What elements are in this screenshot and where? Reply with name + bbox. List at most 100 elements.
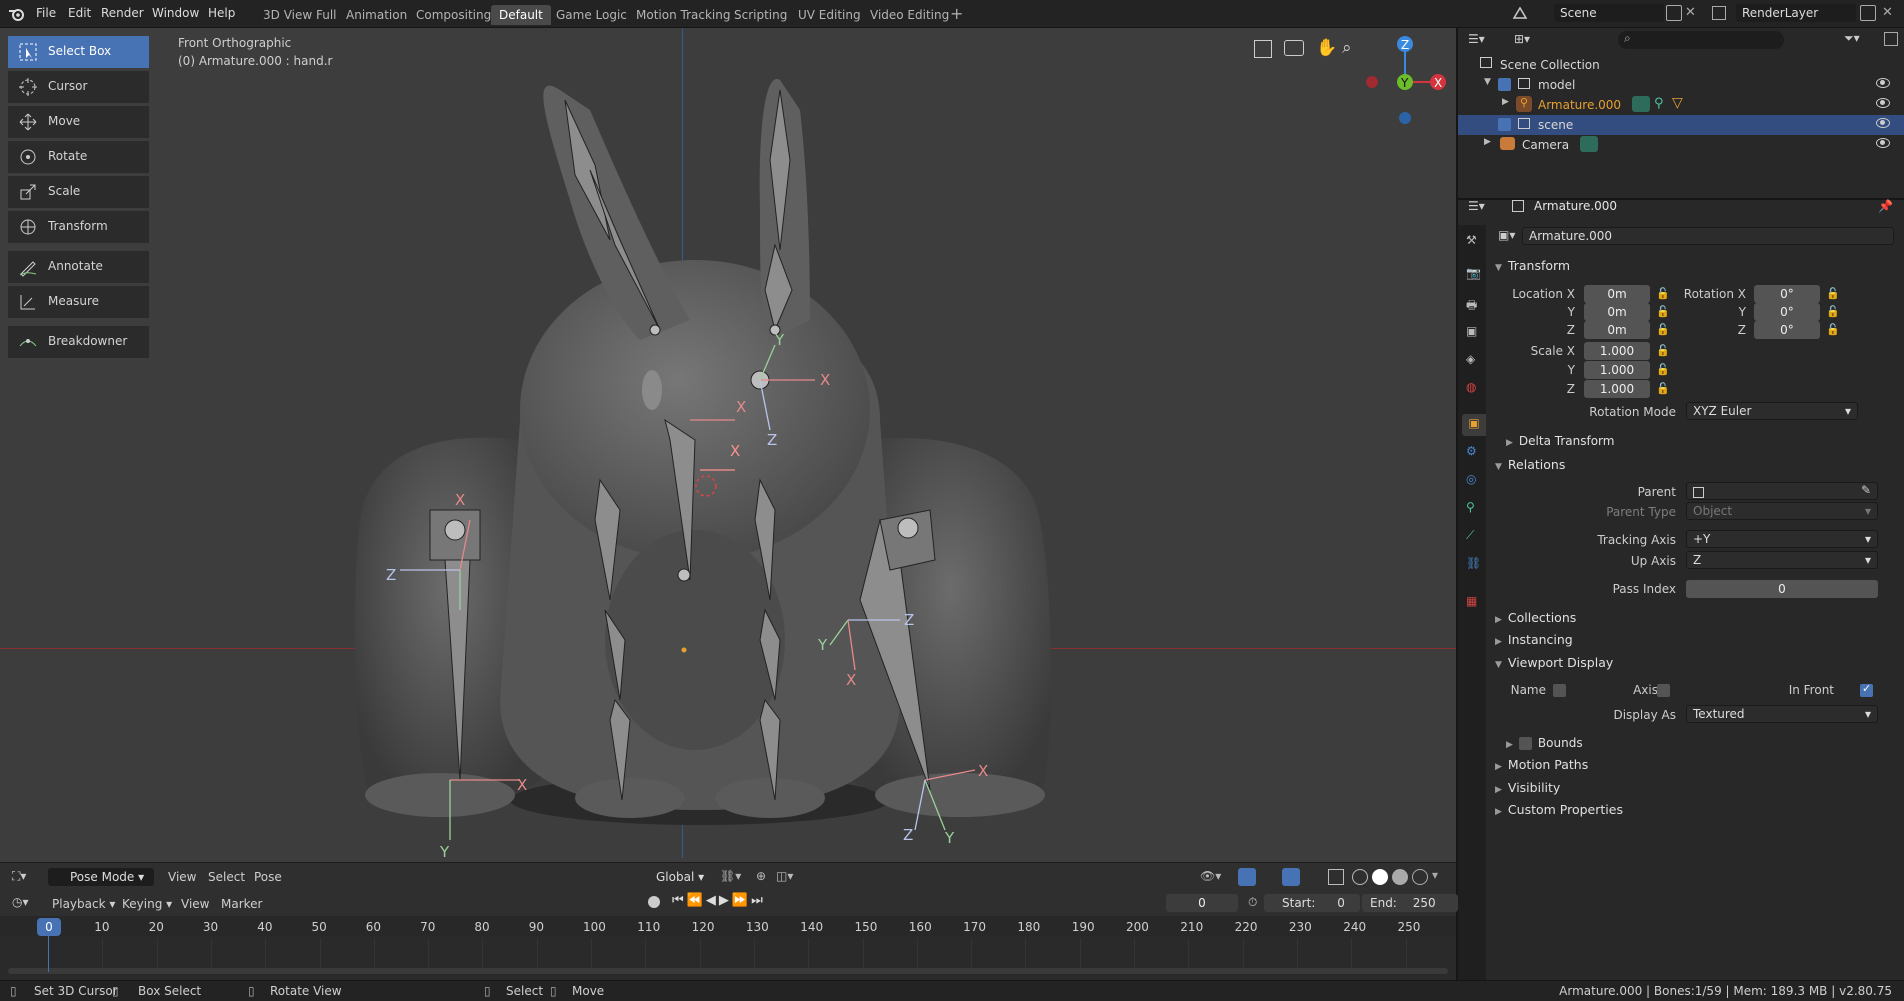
menu-help[interactable]: Help <box>208 6 235 20</box>
checkbox-icon[interactable] <box>1498 118 1511 131</box>
object-datablock-icon[interactable]: ▣▾ <box>1498 228 1515 242</box>
object-tab-icon[interactable]: ▣ <box>1462 414 1486 436</box>
menu-window[interactable]: Window <box>152 6 199 20</box>
texture-tab-icon[interactable]: ▦ <box>1466 594 1477 608</box>
scene-name-field[interactable]: Scene <box>1554 4 1664 22</box>
properties-editor-icon[interactable]: ☰▾ <box>1468 199 1485 213</box>
delta-transform-header[interactable]: ▶ Delta Transform <box>1506 434 1614 448</box>
editor-type-icon[interactable]: ⛶▾ <box>12 869 26 884</box>
name-checkbox[interactable] <box>1553 684 1566 697</box>
object-name-field[interactable]: Armature.000 <box>1522 227 1894 245</box>
overlay-toggle-icon[interactable] <box>1282 868 1300 886</box>
outliner-row-camera[interactable]: ▶ Camera <box>1458 135 1904 155</box>
timeline-view-menu[interactable]: View <box>181 897 209 911</box>
camera-data-icon[interactable] <box>1580 136 1598 152</box>
tool-move[interactable]: Move <box>8 106 149 138</box>
stopwatch-icon[interactable]: ⏱ <box>1248 895 1257 910</box>
delete-view-layer-icon[interactable]: ✕ <box>1882 5 1893 20</box>
viewport-display-header[interactable]: ▼ Viewport Display <box>1495 655 1613 670</box>
lock-icon[interactable]: 🔓 <box>1656 363 1670 376</box>
tracking-axis-dropdown[interactable]: +Y ▾ <box>1686 530 1878 548</box>
navigation-gizmo[interactable]: Z X Y <box>1360 32 1450 132</box>
menu-edit[interactable]: Edit <box>68 6 91 20</box>
tool-annotate[interactable]: Annotate <box>8 251 149 283</box>
up-axis-dropdown[interactable]: Z ▾ <box>1686 551 1878 569</box>
tab-compositing[interactable]: Compositing <box>408 5 499 25</box>
axis-checkbox[interactable] <box>1657 684 1670 697</box>
proportional-icon[interactable]: ◫▾ <box>776 869 793 883</box>
location-y-field[interactable]: 0m <box>1584 303 1650 321</box>
tab-video-editing[interactable]: Video Editing <box>862 5 957 25</box>
scale-x-field[interactable]: 1.000 <box>1584 342 1650 360</box>
timeline-scrollbar[interactable] <box>8 968 1448 974</box>
outliner-editor-icon[interactable]: ☰▾ <box>1468 32 1485 46</box>
armature-data-tab-icon[interactable]: ⚲ <box>1466 500 1475 514</box>
pin-icon[interactable]: 📌 <box>1878 199 1893 213</box>
playhead-frame-badge[interactable]: 0 <box>37 918 61 936</box>
checkbox-icon[interactable] <box>1498 78 1511 91</box>
bunny-model[interactable]: XZY XZ ZYX XY XYZ XX <box>350 68 1070 858</box>
menu-render[interactable]: Render <box>101 6 144 20</box>
orientation-dropdown[interactable]: Global ▾ <box>636 868 716 886</box>
lock-icon[interactable]: 🔓 <box>1826 305 1840 318</box>
expand-arrow-icon[interactable]: ▶ <box>1502 97 1509 107</box>
relations-header[interactable]: ▼ Relations <box>1495 457 1565 472</box>
outliner-row-scene[interactable]: scene <box>1458 115 1904 135</box>
eye-icon[interactable] <box>1876 78 1890 88</box>
shading-options-icon[interactable]: ▾ <box>1432 868 1438 882</box>
start-frame-field[interactable]: Start: 0 <box>1264 894 1360 912</box>
scene-tab-icon[interactable]: ◈ <box>1466 352 1475 366</box>
menu-file[interactable]: File <box>36 6 56 20</box>
tool-transform[interactable]: Transform <box>8 211 149 243</box>
expand-arrow-icon[interactable]: ▶ <box>1484 137 1491 147</box>
outliner-search-input[interactable] <box>1618 31 1784 49</box>
modifiers-tab-icon[interactable]: ⚙ <box>1466 444 1477 458</box>
filter-icon[interactable]: ⏷▾ <box>1844 31 1860 46</box>
select-menu[interactable]: Select <box>208 870 245 884</box>
scale-y-field[interactable]: 1.000 <box>1584 361 1650 379</box>
collections-header[interactable]: ▶ Collections <box>1495 610 1576 625</box>
tool-scale[interactable]: Scale <box>8 176 149 208</box>
visibility-header[interactable]: ▶ Visibility <box>1495 780 1560 795</box>
render-tab-icon[interactable]: 📷 <box>1466 266 1481 280</box>
custom-properties-header[interactable]: ▶ Custom Properties <box>1495 802 1623 817</box>
gizmo-toggle-icon[interactable] <box>1238 868 1256 886</box>
tab-default[interactable]: Default <box>491 5 551 25</box>
tool-cursor[interactable]: Cursor <box>8 71 149 103</box>
bounds-header[interactable]: ▶ Bounds <box>1506 736 1583 750</box>
pan-hand-icon[interactable]: ✋ <box>1316 38 1337 58</box>
tab-uv-editing[interactable]: UV Editing <box>790 5 869 25</box>
armature-data-icon[interactable]: ⚲ <box>1654 96 1664 111</box>
xray-icon[interactable] <box>1328 869 1344 885</box>
keying-menu[interactable]: Keying ▾ <box>122 897 172 911</box>
physics-tab-icon[interactable]: ◎ <box>1466 472 1476 486</box>
tab-game-logic[interactable]: Game Logic <box>548 5 635 25</box>
lock-icon[interactable]: 🔓 <box>1826 323 1840 336</box>
end-frame-field[interactable]: End: 250 <box>1362 894 1458 912</box>
scale-z-field[interactable]: 1.000 <box>1584 380 1650 398</box>
marker-menu[interactable]: Marker <box>221 897 262 911</box>
world-tab-icon[interactable]: ◍ <box>1466 380 1476 394</box>
tab-animation[interactable]: Animation <box>338 5 415 25</box>
lock-icon[interactable]: 🔓 <box>1656 287 1670 300</box>
outliner-row-armature[interactable]: ▶ ⚲ Armature.000 ⚲ ▽ <box>1458 95 1904 115</box>
delete-scene-icon[interactable]: ✕ <box>1685 5 1696 20</box>
lock-icon[interactable]: 🔓 <box>1656 344 1670 357</box>
eye-icon[interactable] <box>1876 118 1890 128</box>
new-scene-icon[interactable] <box>1666 5 1682 21</box>
outliner-row-model[interactable]: ▼ model <box>1458 75 1904 95</box>
zoom-icon[interactable]: ⌕ <box>1342 38 1352 58</box>
eye-icon[interactable] <box>1876 98 1890 108</box>
tool-select-box[interactable]: Select Box <box>8 36 149 68</box>
in-front-checkbox[interactable]: ✓ <box>1860 682 1873 697</box>
location-x-field[interactable]: 0m <box>1584 285 1650 303</box>
wireframe-shading-icon[interactable] <box>1352 869 1368 885</box>
visibility-toggle-icon[interactable]: 👁▾ <box>1200 869 1221 883</box>
tab-scripting[interactable]: Scripting <box>726 5 795 25</box>
tool-breakdowner[interactable]: Breakdowner <box>8 326 149 358</box>
bounds-checkbox[interactable] <box>1518 737 1532 750</box>
scene-icon[interactable] <box>1512 6 1528 20</box>
rotation-z-field[interactable]: 0° <box>1754 321 1820 339</box>
view-menu[interactable]: View <box>168 870 196 884</box>
display-as-dropdown[interactable]: Textured ▾ <box>1686 705 1878 723</box>
